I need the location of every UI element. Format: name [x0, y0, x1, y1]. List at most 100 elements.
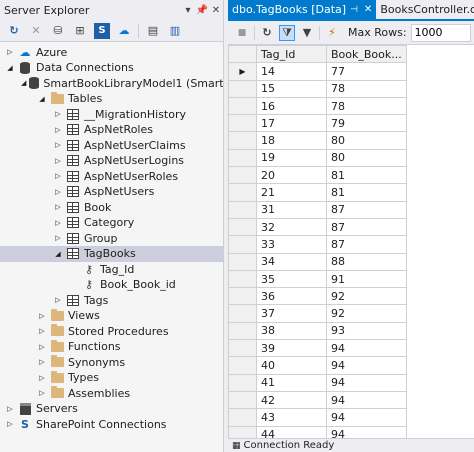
expand-icon[interactable]: ▷	[5, 416, 15, 432]
cell-book-id[interactable]: 94	[326, 339, 407, 358]
expand-icon[interactable]: ▷	[5, 401, 15, 417]
row-header[interactable]	[228, 217, 257, 237]
expand-icon[interactable]: ▷	[37, 370, 47, 386]
row-header[interactable]	[228, 408, 257, 427]
connect-to-server-icon[interactable]: ⊞	[72, 23, 88, 39]
cell-book-id[interactable]: 81	[326, 183, 407, 202]
expand-icon[interactable]: ▷	[53, 106, 63, 122]
cancel-icon[interactable]: ✕	[28, 23, 44, 39]
row-header[interactable]	[228, 166, 257, 185]
column-header-tag-id[interactable]: Tag_Id	[256, 45, 327, 64]
expand-icon[interactable]: ▷	[53, 292, 63, 308]
table-row[interactable]: 18 80	[228, 131, 407, 150]
stop-icon[interactable]: ■	[234, 25, 250, 41]
tree-node[interactable]: ▷ Views	[0, 308, 223, 324]
table-row[interactable]: 43 94	[228, 408, 407, 427]
cell-tag-id[interactable]: 39	[256, 339, 327, 358]
tree-node[interactable]: ▷ Category	[0, 215, 223, 231]
max-rows-input[interactable]	[410, 23, 471, 42]
connect-to-sharepoint-icon[interactable]: S	[94, 22, 110, 39]
tree-node[interactable]: ▷ Stored Procedures	[0, 323, 223, 339]
expand-icon[interactable]: ▷	[53, 122, 63, 138]
row-header[interactable]	[228, 321, 257, 341]
table-row[interactable]: 36 92	[228, 287, 407, 306]
table-row[interactable]: 44 94	[228, 425, 407, 438]
cell-book-id[interactable]: 94	[326, 408, 407, 427]
table-row[interactable]: 15 78	[228, 79, 407, 98]
cell-book-id[interactable]: 81	[326, 166, 407, 185]
collapse-icon[interactable]: ◢	[37, 91, 47, 107]
row-header[interactable]: ▶	[228, 62, 257, 81]
tree-node[interactable]: ▷ AspNetUserClaims	[0, 137, 223, 153]
table-row[interactable]: 20 81	[228, 166, 407, 185]
tree-node[interactable]: ▷ Assemblies	[0, 385, 223, 401]
refresh-icon[interactable]: ↻	[6, 23, 22, 39]
cell-book-id[interactable]: 87	[326, 200, 407, 219]
cell-tag-id[interactable]: 38	[256, 321, 327, 341]
cell-tag-id[interactable]: 20	[256, 166, 327, 185]
cell-book-id[interactable]: 80	[326, 131, 407, 150]
tree-node[interactable]: ▷ Servers	[0, 401, 223, 417]
cell-book-id[interactable]: 92	[326, 304, 407, 323]
cell-book-id[interactable]: 92	[326, 287, 407, 306]
expand-icon[interactable]: ▷	[5, 44, 15, 60]
cell-tag-id[interactable]: 15	[256, 79, 327, 98]
cell-book-id[interactable]: 78	[326, 79, 407, 98]
pin-icon[interactable]: 📌	[195, 5, 209, 16]
table-row[interactable]: 32 87	[228, 217, 407, 237]
cell-tag-id[interactable]: 40	[256, 356, 327, 375]
tree-node[interactable]: ▷ AspNetUsers	[0, 184, 223, 200]
expand-icon[interactable]: ▷	[37, 339, 47, 355]
row-header[interactable]	[228, 339, 257, 358]
close-icon[interactable]: ✕	[209, 5, 223, 16]
cell-book-id[interactable]: 94	[326, 425, 407, 438]
cell-tag-id[interactable]: 19	[256, 148, 327, 168]
filter-icon[interactable]: ▼	[299, 25, 315, 41]
cell-tag-id[interactable]: 35	[256, 269, 327, 289]
cell-book-id[interactable]: 94	[326, 356, 407, 375]
row-header[interactable]	[228, 425, 257, 438]
connect-to-database-icon[interactable]: ⛁	[50, 23, 66, 39]
expand-icon[interactable]: ▷	[53, 215, 63, 231]
cell-tag-id[interactable]: 37	[256, 304, 327, 323]
cell-book-id[interactable]: 77	[326, 62, 407, 81]
tree-node[interactable]: ◢ TagBooks	[0, 245, 223, 262]
table-row[interactable]: 42 94	[228, 390, 407, 410]
corner-cell[interactable]	[228, 45, 257, 64]
cell-book-id[interactable]: 87	[326, 217, 407, 237]
tree-node[interactable]: ▷ Group	[0, 230, 223, 246]
cell-book-id[interactable]: 91	[326, 269, 407, 289]
pin-icon[interactable]: ⊣	[350, 5, 358, 15]
table-row[interactable]: 31 87	[228, 200, 407, 219]
tree-node[interactable]: ◢ SmartBookLibraryModel1 (SmartB	[0, 75, 223, 91]
cell-book-id[interactable]: 80	[326, 148, 407, 168]
column-header-book-book-id[interactable]: Book_Book...	[326, 45, 407, 64]
close-icon[interactable]: ✕	[364, 4, 372, 15]
row-header[interactable]	[228, 287, 257, 306]
collapse-icon[interactable]: ◢	[5, 60, 15, 76]
data-source-icon[interactable]: ▥	[167, 23, 183, 39]
cell-book-id[interactable]: 79	[326, 114, 407, 133]
table-row[interactable]: 34 88	[228, 252, 407, 271]
expand-icon[interactable]: ▷	[53, 184, 63, 200]
row-header[interactable]	[228, 252, 257, 271]
collapse-icon[interactable]: ◢	[21, 75, 26, 91]
tree-node[interactable]: ▷ AspNetUserRoles	[0, 168, 223, 184]
refresh-icon[interactable]: ↻	[259, 25, 275, 41]
expand-icon[interactable]	[69, 277, 79, 293]
row-header[interactable]	[228, 79, 257, 98]
tree-node[interactable]: ▷ Book	[0, 199, 223, 215]
table-row[interactable]: 33 87	[228, 235, 407, 254]
row-header[interactable]	[228, 114, 257, 133]
cell-book-id[interactable]: 78	[326, 96, 407, 116]
row-header[interactable]	[228, 356, 257, 375]
expand-icon[interactable]: ▷	[53, 137, 63, 153]
table-row[interactable]: 17 79	[228, 114, 407, 133]
row-header[interactable]	[228, 304, 257, 323]
connect-to-azure-icon[interactable]: ☁	[116, 23, 132, 39]
filter-sort-icon[interactable]: ⧩	[279, 24, 295, 41]
row-header[interactable]	[228, 183, 257, 202]
cell-tag-id[interactable]: 34	[256, 252, 327, 271]
cell-book-id[interactable]: 94	[326, 390, 407, 410]
table-row[interactable]: 37 92	[228, 304, 407, 323]
